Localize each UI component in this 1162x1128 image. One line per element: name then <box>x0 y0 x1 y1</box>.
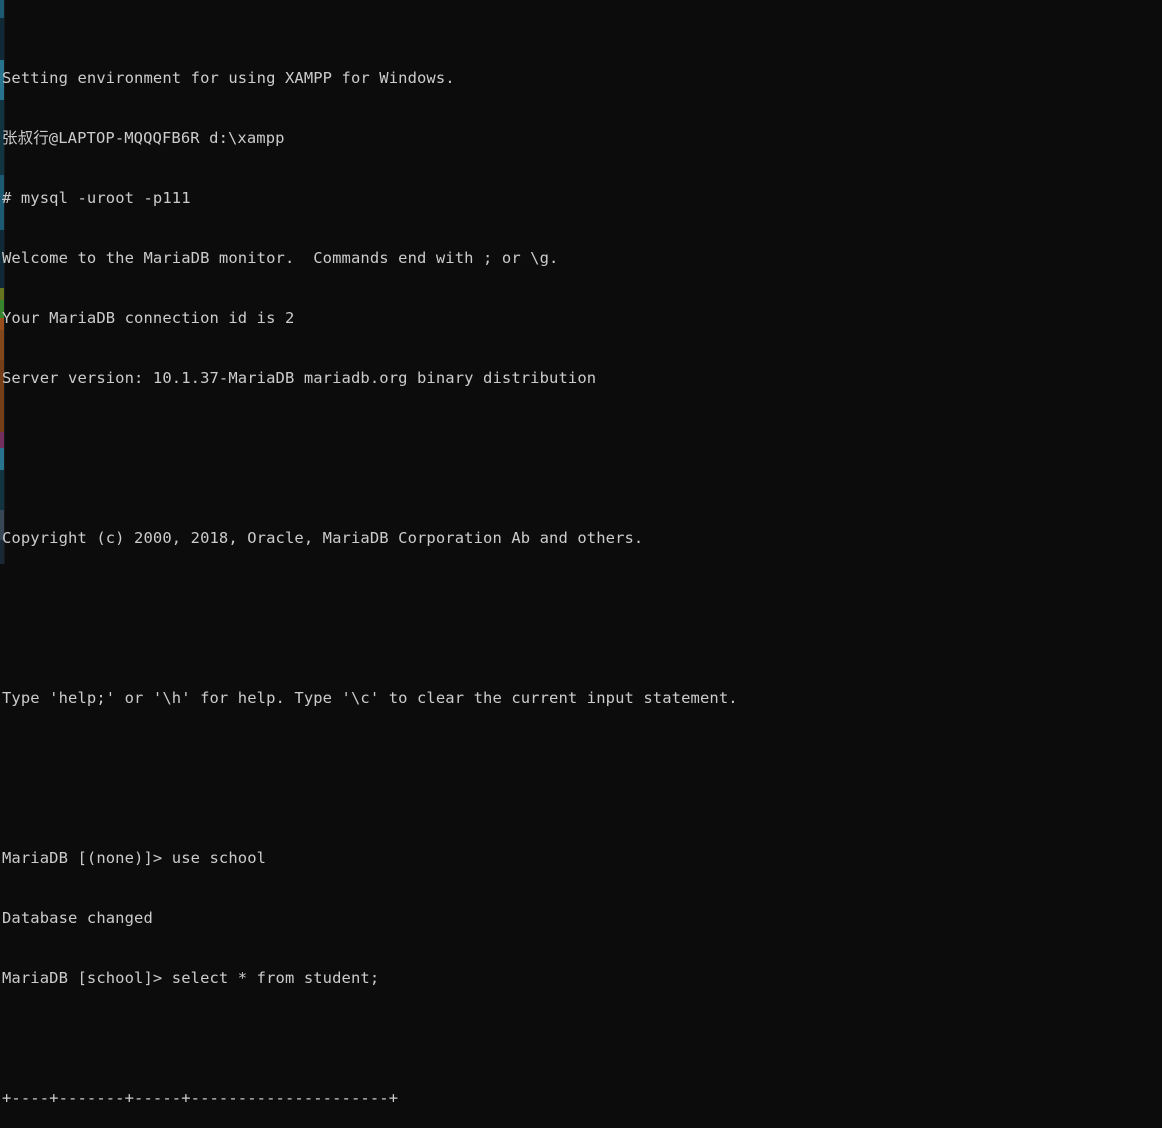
line-mysql-command: # mysql -uroot -p111 <box>2 188 1152 208</box>
mysql-command-input: mysql -uroot -p111 <box>20 189 191 207</box>
line-prompt-use-school: MariaDB [(none)]> use school <box>2 848 1152 868</box>
line-prompt-select: MariaDB [school]> select * from student; <box>2 968 1152 988</box>
prompt-none: MariaDB [(none)]> <box>2 849 163 867</box>
line-help-hint: Type 'help;' or '\h' for help. Type '\c'… <box>2 689 738 707</box>
console-output[interactable]: Setting environment for using XAMPP for … <box>2 8 1152 1128</box>
line-user-host-path: 张叔行@LAPTOP-MQQQFB6R d:\xampp <box>2 129 285 147</box>
select-query-input: select * from student; <box>162 969 380 987</box>
query-result-table: +----+-------+-----+--------------------… <box>2 1048 1152 1128</box>
line-spacer-1 <box>2 448 1152 468</box>
line-database-changed: Database changed <box>2 909 153 927</box>
use-school-input: use school <box>162 849 267 867</box>
line-xampp-env: Setting environment for using XAMPP for … <box>2 69 455 87</box>
line-mariadb-welcome: Welcome to the MariaDB monitor. Commands… <box>2 249 559 267</box>
line-spacer-2 <box>2 608 1152 628</box>
table-separator-top: +----+-------+-----+--------------------… <box>2 1089 399 1107</box>
command-text <box>11 189 20 207</box>
line-server-version: Server version: 10.1.37-MariaDB mariadb.… <box>2 369 597 387</box>
line-copyright: Copyright (c) 2000, 2018, Oracle, MariaD… <box>2 529 644 547</box>
terminal-window[interactable]: Setting environment for using XAMPP for … <box>0 0 1162 1107</box>
prompt-school: MariaDB [school]> <box>2 969 163 987</box>
line-spacer-3 <box>2 768 1152 788</box>
line-connection-id: Your MariaDB connection id is 2 <box>2 309 295 327</box>
